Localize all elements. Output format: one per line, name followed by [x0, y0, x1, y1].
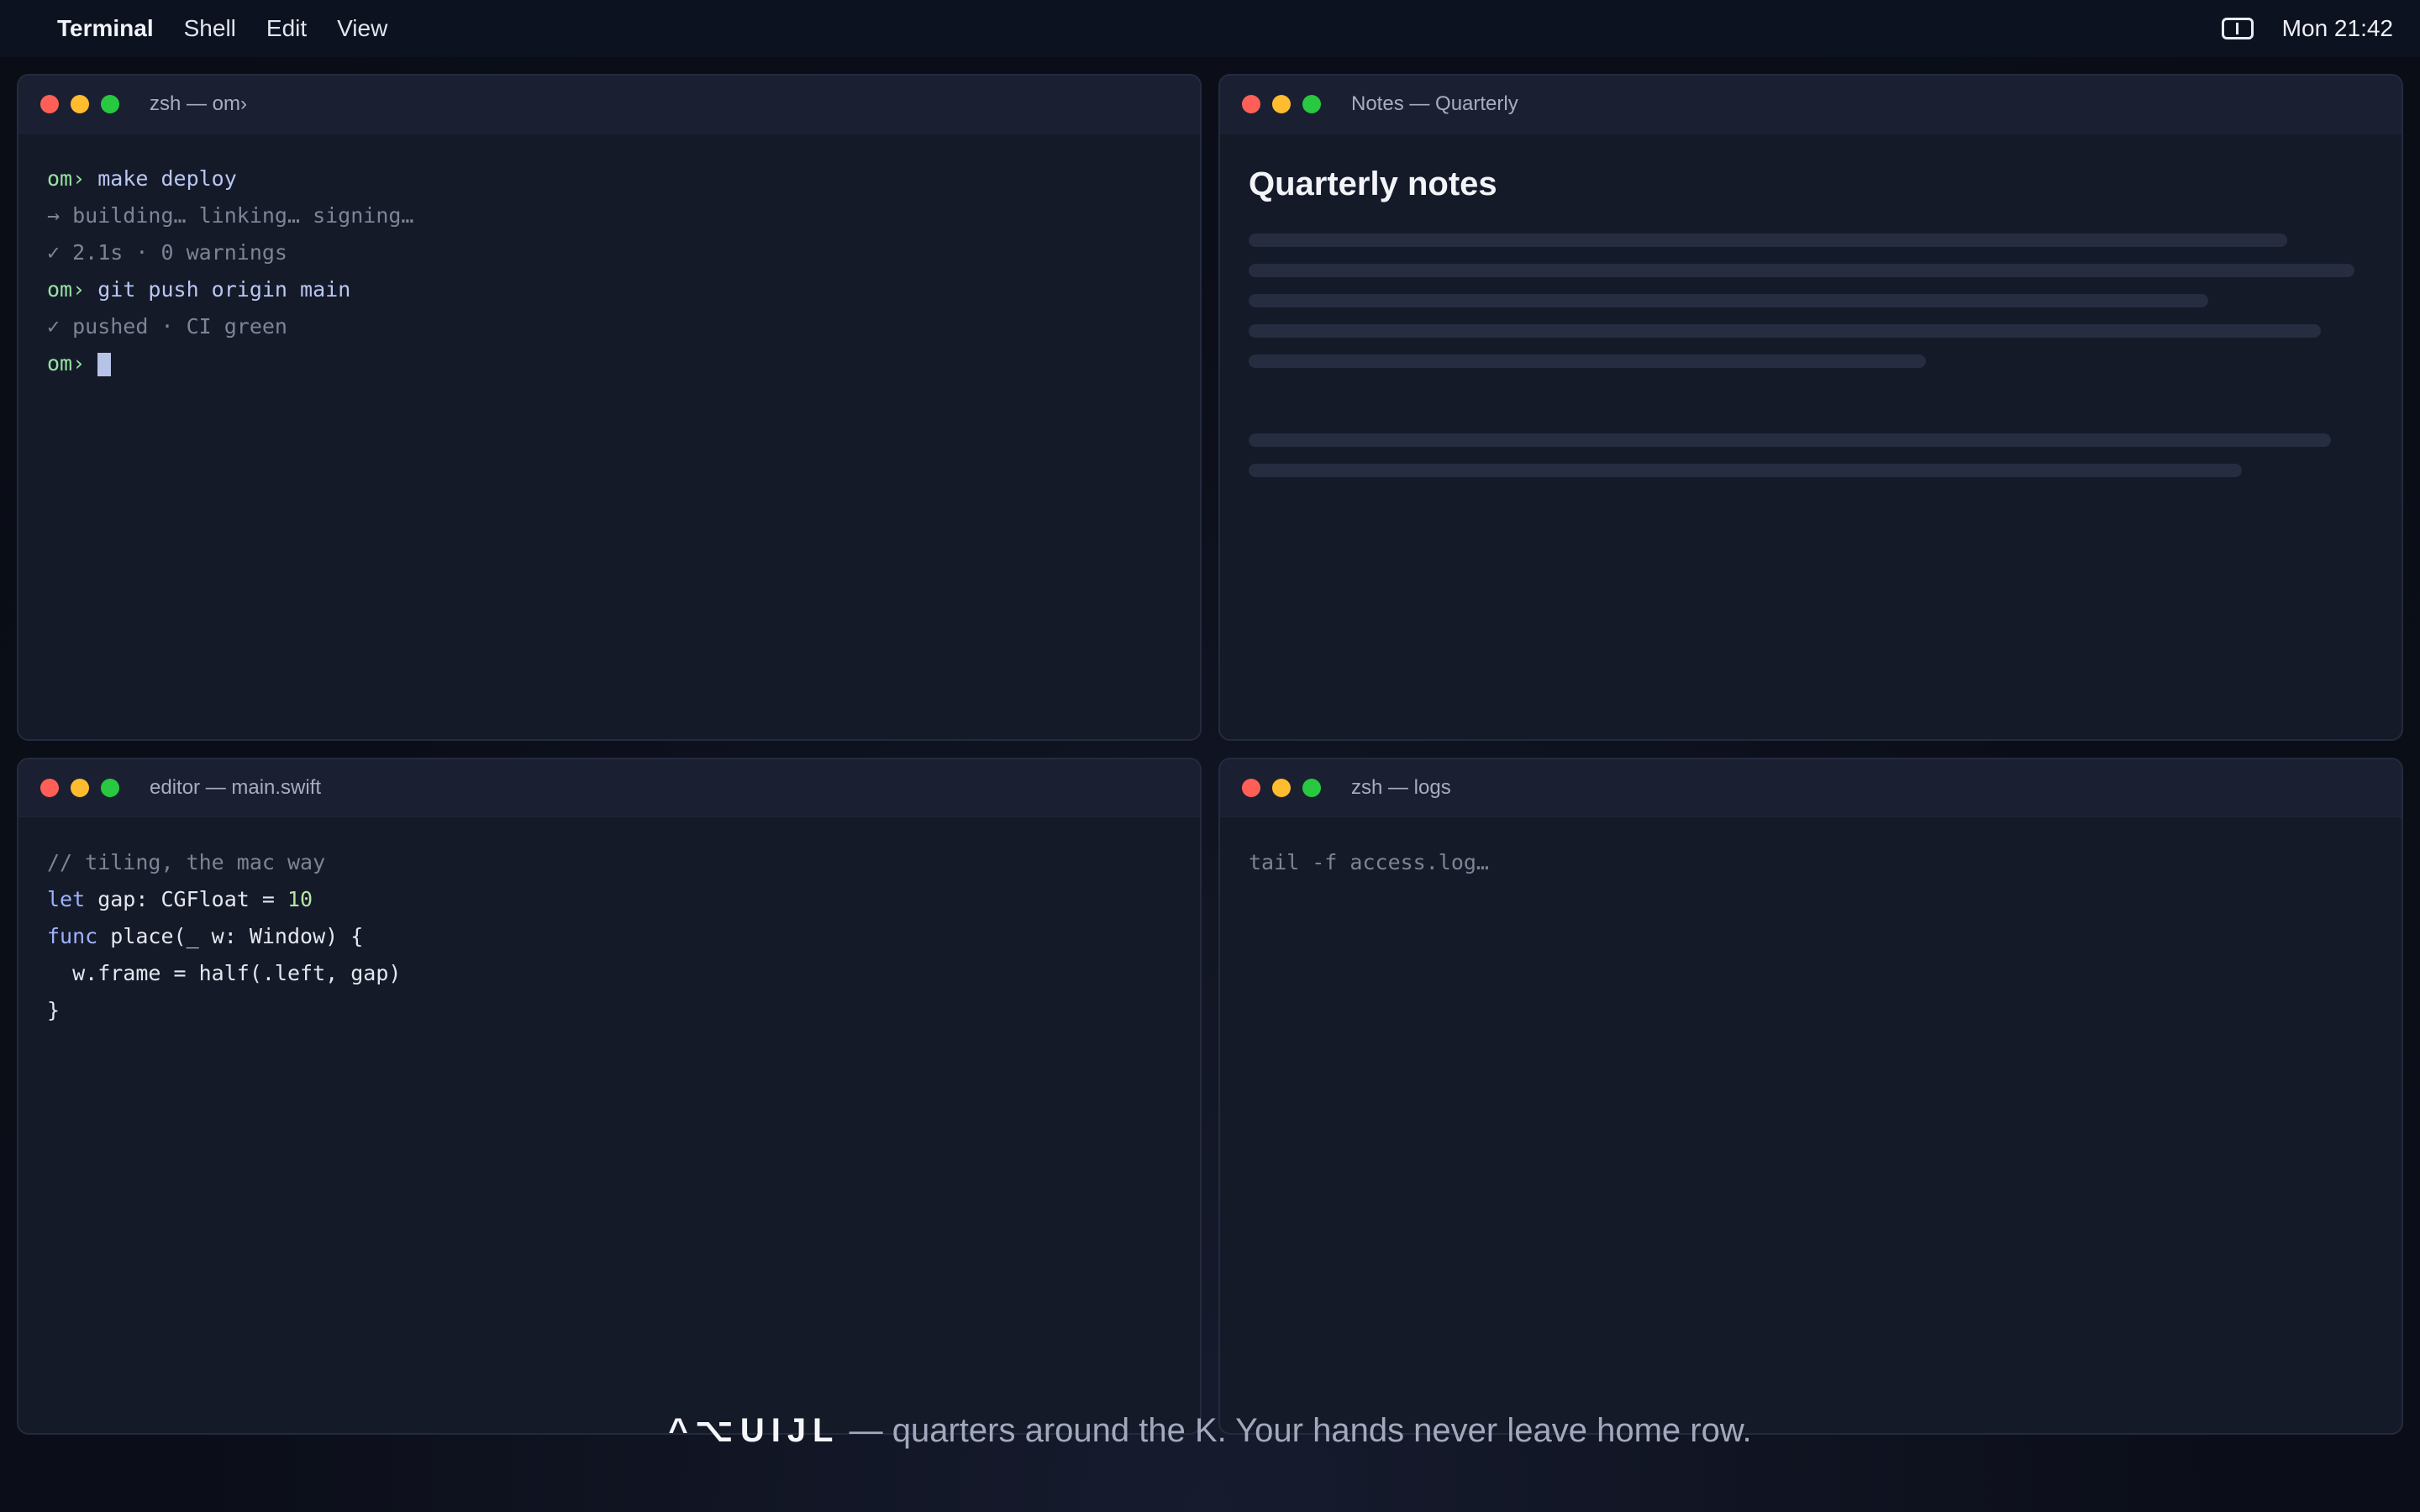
- close-button[interactable]: [1242, 779, 1260, 797]
- placeholder-text-line: [1249, 354, 1926, 368]
- notes-body[interactable]: Quarterly notes: [1220, 134, 2402, 526]
- window-title: zsh — logs: [1351, 776, 1451, 799]
- placeholder-text-line: [1249, 464, 2242, 477]
- menu-bar-status: Mon 21:42: [2221, 0, 2393, 57]
- menu-shell[interactable]: Shell: [184, 15, 236, 42]
- placeholder-text-line: [1249, 324, 2321, 338]
- editor-titlebar[interactable]: editor — main.swift: [18, 759, 1200, 817]
- code-line: w.frame = half(.left, gap): [47, 961, 402, 985]
- placeholder-text-line: [1249, 234, 2287, 247]
- minimize-button[interactable]: [1272, 779, 1291, 797]
- zoom-button[interactable]: [101, 779, 119, 797]
- zoom-button[interactable]: [101, 95, 119, 113]
- placeholder-text-line: [1249, 264, 2354, 277]
- terminal-output[interactable]: om› make deploy → building… linking… sig…: [18, 134, 1200, 409]
- command-text: make deploy: [97, 166, 237, 191]
- notes-window[interactable]: Notes — Quarterly Quarterly notes: [1218, 74, 2403, 741]
- terminal-line: om› git push origin main: [47, 271, 1171, 308]
- code-line: let gap: CGFloat = 10: [47, 881, 1171, 918]
- code-keyword: let: [47, 887, 86, 911]
- menu-app-terminal[interactable]: Terminal: [57, 15, 154, 42]
- code-text: place(_ w: Window) {: [97, 924, 364, 948]
- minimize-button[interactable]: [71, 779, 89, 797]
- terminal-line: ✓ pushed · CI green: [47, 314, 287, 339]
- zoom-button[interactable]: [1302, 95, 1321, 113]
- terminal-line: om› make deploy: [47, 160, 1171, 197]
- close-button[interactable]: [1242, 95, 1260, 113]
- terminal-line: ✓ 2.1s · 0 warnings: [47, 240, 287, 265]
- notes-heading: Quarterly notes: [1249, 165, 1497, 202]
- shortcut-caption: ^⌥UIJL — quarters around the K. Your han…: [0, 1411, 2420, 1450]
- menu-clock[interactable]: Mon 21:42: [2282, 15, 2393, 42]
- menu-view[interactable]: View: [337, 15, 387, 42]
- menu-edit[interactable]: Edit: [266, 15, 307, 42]
- window-title: zsh — om›: [150, 92, 248, 115]
- shortcut-keys: ^⌥UIJL: [668, 1412, 840, 1449]
- menu-bar: Terminal Shell Edit View Mon 21:42: [0, 0, 2420, 57]
- window-title: Notes — Quarterly: [1351, 92, 1518, 115]
- code-keyword: func: [47, 924, 98, 948]
- logs-titlebar[interactable]: zsh — logs: [1220, 759, 2402, 817]
- terminal-titlebar[interactable]: zsh — om›: [18, 76, 1200, 134]
- code-line: // tiling, the mac way: [47, 850, 326, 874]
- minimize-button[interactable]: [1272, 95, 1291, 113]
- zoom-button[interactable]: [1302, 779, 1321, 797]
- placeholder-text-line: [1249, 294, 2208, 307]
- code-text: gap: CGFloat =: [85, 887, 287, 911]
- logs-window[interactable]: zsh — logs tail -f access.log…: [1218, 758, 2403, 1435]
- terminal-line: tail -f access.log…: [1249, 850, 1489, 874]
- code-line: func place(_ w: Window) {: [47, 918, 1171, 955]
- terminal-line: → building… linking… signing…: [47, 203, 414, 228]
- text-cursor[interactable]: [97, 353, 112, 376]
- editor-window[interactable]: editor — main.swift // tiling, the mac w…: [17, 758, 1202, 1435]
- notes-titlebar[interactable]: Notes — Quarterly: [1220, 76, 2402, 134]
- close-button[interactable]: [40, 779, 59, 797]
- logs-output[interactable]: tail -f access.log…: [1220, 817, 2402, 908]
- window-tiling-icon[interactable]: [2221, 18, 2254, 39]
- window-title: editor — main.swift: [150, 776, 322, 799]
- terminal-window[interactable]: zsh — om› om› make deploy → building… li…: [17, 74, 1202, 741]
- terminal-line: om›: [47, 345, 1171, 382]
- code-number: 10: [287, 887, 313, 911]
- placeholder-text-line: [1249, 433, 2331, 447]
- shell-prompt: om›: [47, 277, 86, 302]
- shell-prompt: om›: [47, 351, 86, 375]
- shell-prompt: om›: [47, 166, 86, 191]
- code-line: }: [47, 998, 60, 1022]
- code-editor[interactable]: // tiling, the mac way let gap: CGFloat …: [18, 817, 1200, 1056]
- command-text: git push origin main: [97, 277, 351, 302]
- minimize-button[interactable]: [71, 95, 89, 113]
- close-button[interactable]: [40, 95, 59, 113]
- caption-text: — quarters around the K. Your hands neve…: [839, 1412, 1752, 1449]
